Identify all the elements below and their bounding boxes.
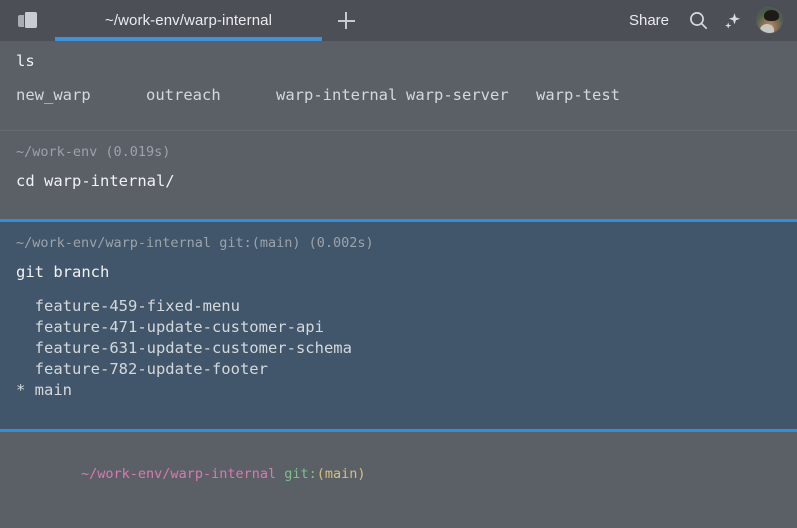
command-block-cd[interactable]: ~/work-env (0.019s) cd warp-internal/ — [0, 130, 797, 219]
git-branch-output: feature-459-fixed-menu feature-471-updat… — [16, 296, 781, 401]
ls-output-columns: new_warp outreach warp-internal warp-ser… — [16, 85, 781, 106]
share-button[interactable]: Share — [617, 12, 681, 29]
ls-item: new_warp — [16, 86, 91, 104]
prompt-line: ~/work-env/warp-internal git:(main) (0.0… — [16, 235, 374, 251]
tab-title: ~/work-env/warp-internal — [104, 12, 273, 29]
command-block-input[interactable]: ~/work-env/warp-internal git:(main) git … — [0, 432, 797, 528]
new-tab-button[interactable] — [322, 0, 370, 41]
command-text: git branch — [16, 263, 110, 281]
command-text: cd warp-internal/ — [16, 172, 175, 190]
terminal-body[interactable]: ls new_warp outreach warp-internal warp-… — [0, 41, 797, 528]
search-icon — [689, 12, 707, 30]
sparkle-icon — [725, 12, 741, 29]
split-panes-button[interactable] — [0, 0, 55, 41]
ls-item: warp-server — [406, 86, 509, 104]
block-bottom-spacer — [16, 401, 781, 414]
prompt-branch: (main) — [316, 466, 366, 482]
branch-list-item-current: * main — [16, 381, 72, 399]
tab-warp-internal[interactable]: ~/work-env/warp-internal — [55, 0, 322, 41]
block-bottom-spacer — [16, 106, 781, 119]
command-block-git-branch[interactable]: ~/work-env/warp-internal git:(main) (0.0… — [0, 219, 797, 432]
warp-terminal-window: ~/work-env/warp-internal Share ls new_wa… — [0, 0, 797, 528]
prompt-spacer — [16, 162, 781, 171]
prompt-line-colored: ~/work-env/warp-internal git:(main) — [16, 444, 781, 504]
prompt-spacer — [16, 504, 781, 513]
ls-item: warp-internal — [276, 86, 398, 104]
command-text: ls — [16, 52, 35, 70]
title-bar: ~/work-env/warp-internal Share — [0, 0, 797, 41]
prompt-spacer — [16, 253, 781, 262]
search-button[interactable] — [681, 0, 715, 41]
avatar — [755, 7, 783, 34]
branch-list-item: feature-459-fixed-menu — [16, 297, 240, 315]
branch-list-item: feature-782-update-footer — [16, 360, 268, 378]
user-avatar-button[interactable] — [749, 0, 789, 41]
ai-assistant-button[interactable] — [715, 0, 749, 41]
input-line[interactable]: git branch -D feature-471-update-custome… — [16, 513, 781, 528]
prompt-path: ~/work-env/warp-internal — [81, 466, 277, 482]
ls-item: warp-test — [536, 86, 620, 104]
prompt-line: ~/work-env (0.019s) — [16, 144, 171, 160]
output-spacer — [16, 72, 781, 85]
titlebar-actions: Share — [617, 0, 797, 41]
output-spacer — [16, 283, 781, 296]
branch-list-item: feature-631-update-customer-schema — [16, 339, 352, 357]
split-panes-icon — [18, 12, 37, 29]
block-bottom-spacer — [16, 192, 781, 205]
ls-item: outreach — [146, 86, 221, 104]
plus-icon — [337, 12, 355, 29]
branch-list-item: feature-471-update-customer-api — [16, 318, 324, 336]
prompt-git-prefix: git: — [284, 466, 317, 482]
command-block-ls[interactable]: ls new_warp outreach warp-internal warp-… — [0, 41, 797, 130]
